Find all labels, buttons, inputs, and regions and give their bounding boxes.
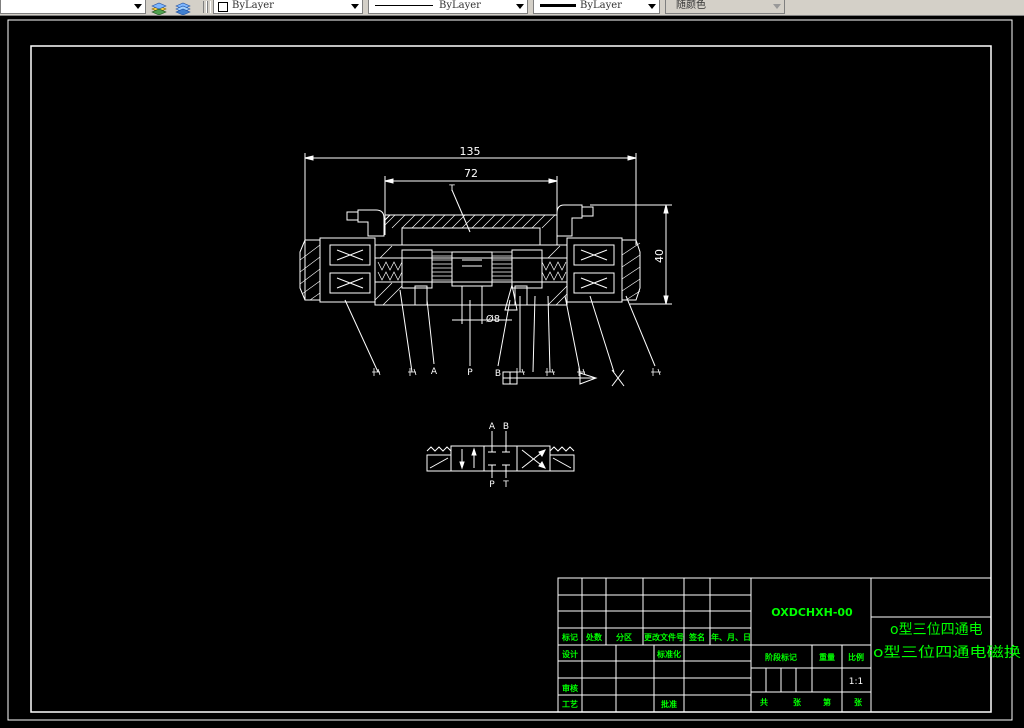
chevron-down-icon <box>351 4 359 9</box>
title-block: 标记 处数 分区 更改文件号 签名 年、月、日 设计 标准化 审核 工艺 批准 … <box>557 577 1021 713</box>
port-label-t: T <box>448 184 455 194</box>
color-combo-value: ByLayer <box>232 0 274 11</box>
symbol-label-p: P <box>489 480 495 490</box>
symbol-label-b: B <box>503 422 509 432</box>
port-label-a: A <box>431 367 438 377</box>
chevron-down-icon <box>134 4 142 9</box>
tb-row-approve: 批准 <box>661 699 677 709</box>
make-object-layer-current-icon[interactable] <box>150 0 168 16</box>
chevron-down-icon <box>648 4 656 9</box>
drawing-canvas[interactable]: 135 72 40 T Ø8 A P B A B P T 标记 处数 分区 更改… <box>0 16 1024 728</box>
linetype-combo-value: ByLayer <box>439 0 481 11</box>
tb-header-doc: 更改文件号 <box>644 632 684 642</box>
plotstyle-combo-value: 随颜色 <box>676 0 706 11</box>
lineweight-combo[interactable]: ByLayer <box>533 0 660 14</box>
tb-row-standard: 标准化 <box>656 649 681 659</box>
tb-sheet-no-2: 张 <box>854 698 863 707</box>
tb-sheet-no-1: 第 <box>823 697 831 707</box>
linetype-preview-icon <box>375 5 433 6</box>
lineweight-preview-icon <box>540 4 576 7</box>
valve-section-view: 135 72 40 T Ø8 A P B <box>299 145 672 387</box>
port-label-b: B <box>495 369 501 379</box>
port-label-p: P <box>467 368 473 378</box>
dimension-diameter: Ø8 <box>486 313 500 325</box>
tb-header-zone: 分区 <box>616 632 632 642</box>
tb-sheets-total-1: 共 <box>760 697 768 707</box>
toolbar-separator <box>207 1 211 13</box>
dimension-overall: 135 <box>460 145 481 158</box>
dimension-inner: 72 <box>464 167 478 180</box>
color-swatch-icon <box>218 2 228 12</box>
tb-scale-value: 1:1 <box>849 677 863 687</box>
tb-title-line-2: o型三位四通电磁换 <box>873 644 1021 661</box>
tb-header-count: 处数 <box>585 632 603 642</box>
layer-previous-icon[interactable] <box>174 0 192 16</box>
sheet-outer-border <box>7 19 1013 721</box>
hydraulic-symbol: A B P T <box>426 422 575 490</box>
tb-drawing-number: OXDCHXH-00 <box>771 606 853 619</box>
tb-title-line-1: o型三位四通电 <box>890 622 983 638</box>
tb-sheets-total-2: 张 <box>793 698 802 707</box>
properties-toolbar: ByLayer ByLayer ByLayer 随颜色 <box>0 0 1024 16</box>
color-combo[interactable]: ByLayer <box>213 0 363 14</box>
drawing-svg[interactable]: 135 72 40 T Ø8 A P B A B P T 标记 处数 分区 更改… <box>0 16 1024 728</box>
linetype-combo[interactable]: ByLayer <box>368 0 528 14</box>
dimension-height: 40 <box>653 249 666 263</box>
tb-header-mark: 标记 <box>561 632 578 642</box>
tb-header-date: 年、月、日 <box>711 632 751 642</box>
tb-row-design: 设计 <box>562 649 578 659</box>
chevron-down-icon <box>773 4 781 9</box>
plotstyle-combo[interactable]: 随颜色 <box>665 0 785 14</box>
symbol-label-t: T <box>502 480 509 490</box>
lineweight-combo-value: ByLayer <box>580 0 622 11</box>
chevron-down-icon <box>516 4 524 9</box>
tb-row-review: 审核 <box>562 683 578 693</box>
tb-row-process: 工艺 <box>562 699 578 709</box>
tb-stage-label: 阶段标记 <box>765 652 797 662</box>
layer-combo-partial[interactable] <box>0 0 146 14</box>
tb-header-sign: 签名 <box>688 632 705 642</box>
tb-weight-label: 重量 <box>819 652 835 662</box>
symbol-label-a: A <box>489 422 496 432</box>
tb-scale-label: 比例 <box>848 652 864 662</box>
